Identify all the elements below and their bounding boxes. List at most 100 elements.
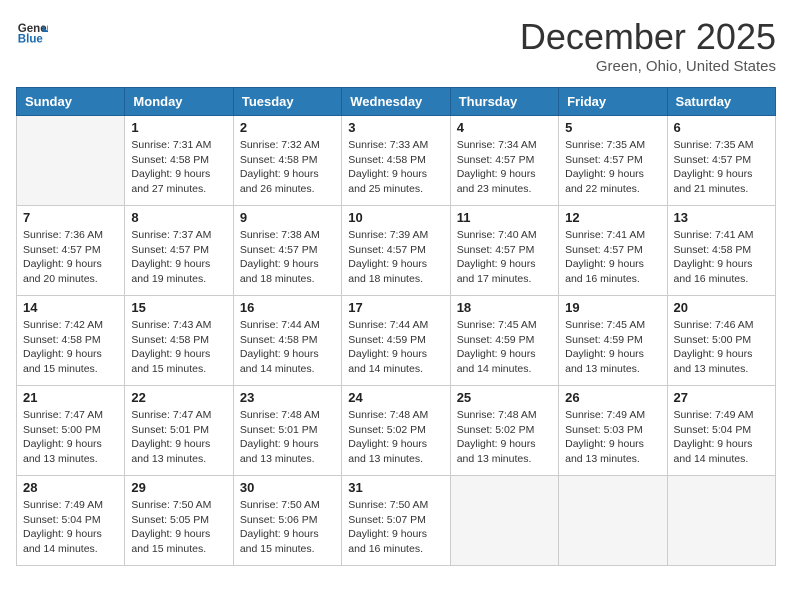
day-info: Sunrise: 7:49 AMSunset: 5:04 PMDaylight:… (674, 408, 769, 467)
day-number: 4 (457, 120, 552, 135)
calendar-week-row: 21 Sunrise: 7:47 AMSunset: 5:00 PMDayligh… (17, 386, 776, 476)
calendar-cell: 29 Sunrise: 7:50 AMSunset: 5:05 PMDayligh… (125, 476, 233, 566)
calendar-cell (667, 476, 775, 566)
day-info: Sunrise: 7:38 AMSunset: 4:57 PMDaylight:… (240, 228, 335, 287)
day-number: 30 (240, 480, 335, 495)
calendar-cell: 15 Sunrise: 7:43 AMSunset: 4:58 PMDayligh… (125, 296, 233, 386)
title-area: December 2025 Green, Ohio, United States (520, 16, 776, 75)
calendar-header-friday: Friday (559, 88, 667, 116)
day-info: Sunrise: 7:33 AMSunset: 4:58 PMDaylight:… (348, 138, 443, 197)
day-number: 27 (674, 390, 769, 405)
day-number: 1 (131, 120, 226, 135)
calendar-week-row: 14 Sunrise: 7:42 AMSunset: 4:58 PMDayligh… (17, 296, 776, 386)
calendar-cell: 14 Sunrise: 7:42 AMSunset: 4:58 PMDayligh… (17, 296, 125, 386)
day-info: Sunrise: 7:36 AMSunset: 4:57 PMDaylight:… (23, 228, 118, 287)
calendar-cell: 27 Sunrise: 7:49 AMSunset: 5:04 PMDayligh… (667, 386, 775, 476)
day-info: Sunrise: 7:50 AMSunset: 5:05 PMDaylight:… (131, 498, 226, 557)
day-number: 23 (240, 390, 335, 405)
calendar-cell: 18 Sunrise: 7:45 AMSunset: 4:59 PMDayligh… (450, 296, 558, 386)
calendar-cell: 12 Sunrise: 7:41 AMSunset: 4:57 PMDayligh… (559, 206, 667, 296)
day-number: 31 (348, 480, 443, 495)
day-number: 20 (674, 300, 769, 315)
day-number: 21 (23, 390, 118, 405)
calendar-week-row: 28 Sunrise: 7:49 AMSunset: 5:04 PMDayligh… (17, 476, 776, 566)
day-info: Sunrise: 7:44 AMSunset: 4:58 PMDaylight:… (240, 318, 335, 377)
day-info: Sunrise: 7:49 AMSunset: 5:04 PMDaylight:… (23, 498, 118, 557)
calendar-header-wednesday: Wednesday (342, 88, 450, 116)
day-info: Sunrise: 7:42 AMSunset: 4:58 PMDaylight:… (23, 318, 118, 377)
day-number: 13 (674, 210, 769, 225)
day-number: 12 (565, 210, 660, 225)
day-info: Sunrise: 7:47 AMSunset: 5:01 PMDaylight:… (131, 408, 226, 467)
calendar-cell (450, 476, 558, 566)
calendar-cell: 24 Sunrise: 7:48 AMSunset: 5:02 PMDayligh… (342, 386, 450, 476)
calendar-cell: 16 Sunrise: 7:44 AMSunset: 4:58 PMDayligh… (233, 296, 341, 386)
calendar-cell: 2Sunrise: 7:32 AMSunset: 4:58 PMDaylight… (233, 116, 341, 206)
day-info: Sunrise: 7:44 AMSunset: 4:59 PMDaylight:… (348, 318, 443, 377)
day-number: 28 (23, 480, 118, 495)
day-info: Sunrise: 7:35 AMSunset: 4:57 PMDaylight:… (565, 138, 660, 197)
location: Green, Ohio, United States (520, 58, 776, 75)
day-info: Sunrise: 7:48 AMSunset: 5:02 PMDaylight:… (348, 408, 443, 467)
day-info: Sunrise: 7:50 AMSunset: 5:07 PMDaylight:… (348, 498, 443, 557)
calendar-cell: 21 Sunrise: 7:47 AMSunset: 5:00 PMDayligh… (17, 386, 125, 476)
calendar-week-row: 7 Sunrise: 7:36 AMSunset: 4:57 PMDaylight… (17, 206, 776, 296)
calendar-cell: 4 Sunrise: 7:34 AMSunset: 4:57 PMDaylight… (450, 116, 558, 206)
day-info: Sunrise: 7:40 AMSunset: 4:57 PMDaylight:… (457, 228, 552, 287)
day-info: Sunrise: 7:34 AMSunset: 4:57 PMDaylight:… (457, 138, 552, 197)
calendar-header-saturday: Saturday (667, 88, 775, 116)
day-info: Sunrise: 7:48 AMSunset: 5:02 PMDaylight:… (457, 408, 552, 467)
day-info: Sunrise: 7:47 AMSunset: 5:00 PMDaylight:… (23, 408, 118, 467)
calendar-cell: 31 Sunrise: 7:50 AMSunset: 5:07 PMDayligh… (342, 476, 450, 566)
day-info: Sunrise: 7:32 AMSunset: 4:58 PMDaylight:… (240, 138, 335, 197)
calendar-cell: 17 Sunrise: 7:44 AMSunset: 4:59 PMDayligh… (342, 296, 450, 386)
calendar-cell: 25 Sunrise: 7:48 AMSunset: 5:02 PMDayligh… (450, 386, 558, 476)
calendar-cell (17, 116, 125, 206)
month-title: December 2025 (520, 16, 776, 58)
day-info: Sunrise: 7:50 AMSunset: 5:06 PMDaylight:… (240, 498, 335, 557)
calendar-cell: 5 Sunrise: 7:35 AMSunset: 4:57 PMDaylight… (559, 116, 667, 206)
day-info: Sunrise: 7:45 AMSunset: 4:59 PMDaylight:… (565, 318, 660, 377)
day-number: 24 (348, 390, 443, 405)
calendar-cell (559, 476, 667, 566)
day-info: Sunrise: 7:31 AMSunset: 4:58 PMDaylight:… (131, 138, 226, 197)
calendar-cell: 30 Sunrise: 7:50 AMSunset: 5:06 PMDayligh… (233, 476, 341, 566)
day-info: Sunrise: 7:35 AMSunset: 4:57 PMDaylight:… (674, 138, 769, 197)
calendar-cell: 10 Sunrise: 7:39 AMSunset: 4:57 PMDayligh… (342, 206, 450, 296)
logo-icon: General Blue (16, 16, 48, 48)
calendar-cell: 28 Sunrise: 7:49 AMSunset: 5:04 PMDayligh… (17, 476, 125, 566)
calendar-header-thursday: Thursday (450, 88, 558, 116)
day-number: 8 (131, 210, 226, 225)
day-info: Sunrise: 7:41 AMSunset: 4:57 PMDaylight:… (565, 228, 660, 287)
calendar-header-row: SundayMondayTuesdayWednesdayThursdayFrid… (17, 88, 776, 116)
day-number: 19 (565, 300, 660, 315)
day-number: 5 (565, 120, 660, 135)
day-number: 18 (457, 300, 552, 315)
day-number: 3 (348, 120, 443, 135)
calendar-cell: 19 Sunrise: 7:45 AMSunset: 4:59 PMDayligh… (559, 296, 667, 386)
day-info: Sunrise: 7:45 AMSunset: 4:59 PMDaylight:… (457, 318, 552, 377)
calendar-week-row: 1 Sunrise: 7:31 AMSunset: 4:58 PMDaylight… (17, 116, 776, 206)
day-number: 14 (23, 300, 118, 315)
day-number: 10 (348, 210, 443, 225)
svg-text:Blue: Blue (18, 34, 44, 46)
day-number: 7 (23, 210, 118, 225)
day-number: 25 (457, 390, 552, 405)
calendar-cell: 6 Sunrise: 7:35 AMSunset: 4:57 PMDaylight… (667, 116, 775, 206)
day-number: 26 (565, 390, 660, 405)
day-info: Sunrise: 7:43 AMSunset: 4:58 PMDaylight:… (131, 318, 226, 377)
calendar-cell: 26 Sunrise: 7:49 AMSunset: 5:03 PMDayligh… (559, 386, 667, 476)
day-number: 17 (348, 300, 443, 315)
calendar-cell: 7 Sunrise: 7:36 AMSunset: 4:57 PMDaylight… (17, 206, 125, 296)
day-info: Sunrise: 7:39 AMSunset: 4:57 PMDaylight:… (348, 228, 443, 287)
day-info: Sunrise: 7:49 AMSunset: 5:03 PMDaylight:… (565, 408, 660, 467)
day-info: Sunrise: 7:48 AMSunset: 5:01 PMDaylight:… (240, 408, 335, 467)
day-number: 15 (131, 300, 226, 315)
day-number: 9 (240, 210, 335, 225)
day-info: Sunrise: 7:41 AMSunset: 4:58 PMDaylight:… (674, 228, 769, 287)
day-number: 29 (131, 480, 226, 495)
day-number: 6 (674, 120, 769, 135)
calendar-cell: 9 Sunrise: 7:38 AMSunset: 4:57 PMDaylight… (233, 206, 341, 296)
calendar-header-tuesday: Tuesday (233, 88, 341, 116)
day-number: 16 (240, 300, 335, 315)
